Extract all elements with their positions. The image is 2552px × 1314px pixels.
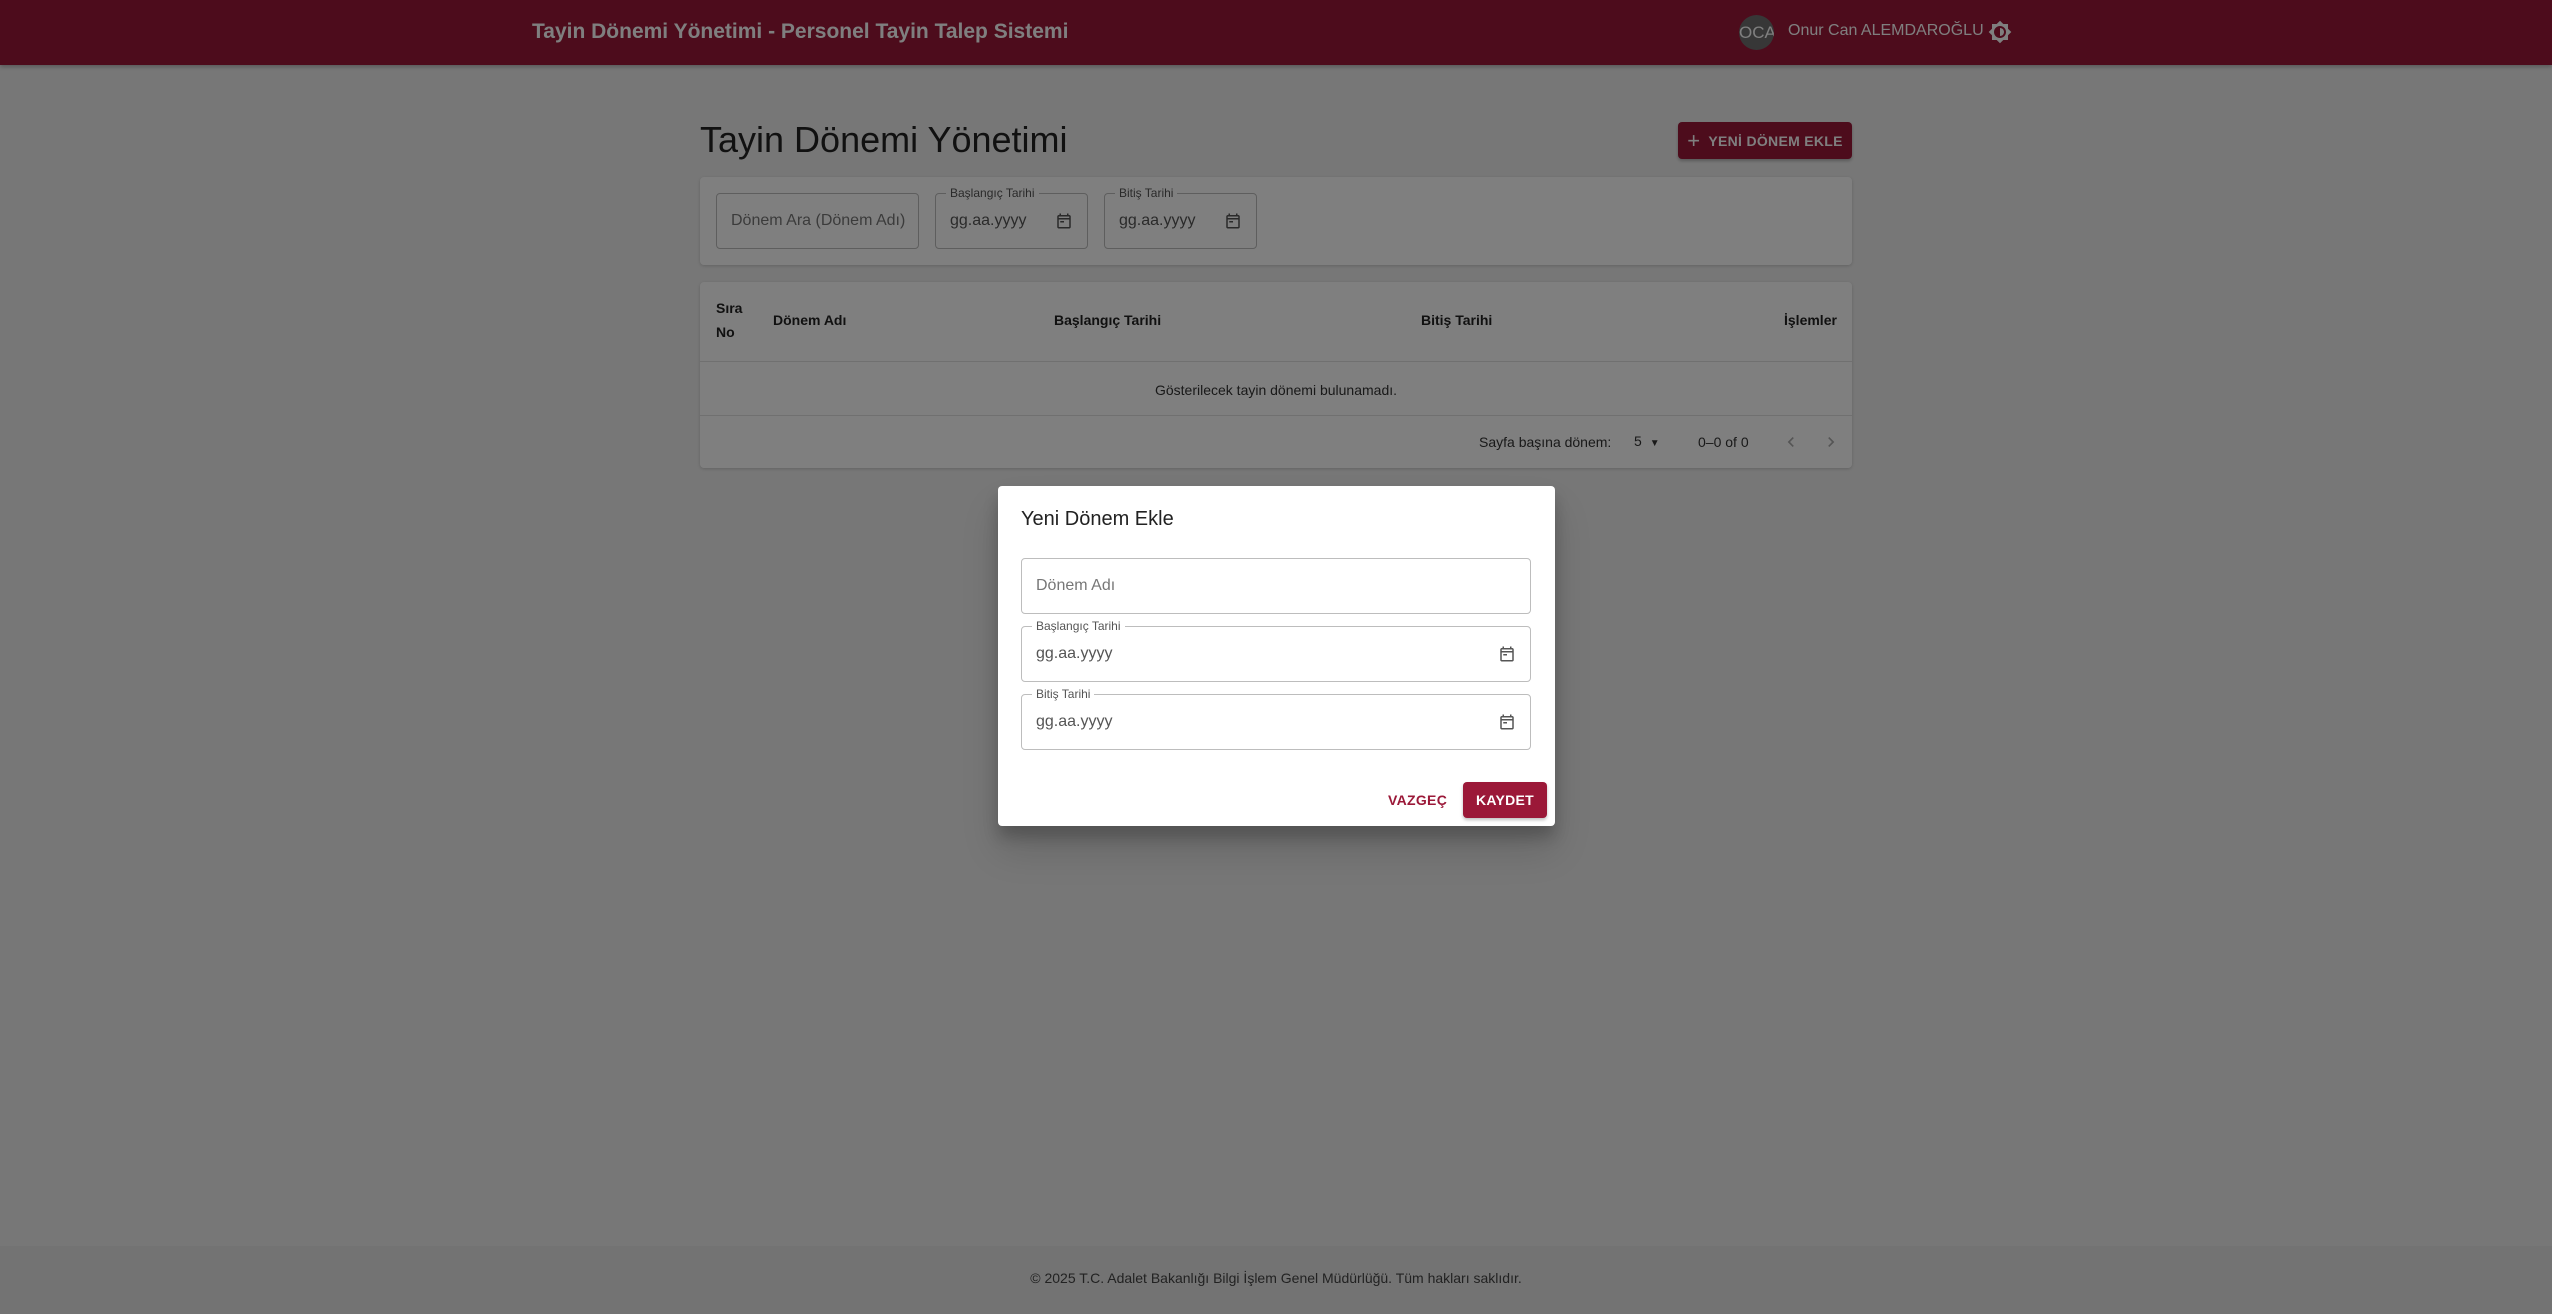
start-date-value: gg.aa.yyyy bbox=[1036, 645, 1113, 662]
new-period-dialog: Yeni Dönem Ekle Dönem Adı Başlangıç Tari… bbox=[998, 486, 1555, 826]
start-date-field[interactable]: Başlangıç Tarihi gg.aa.yyyy bbox=[1021, 619, 1531, 682]
start-date-label: Başlangıç Tarihi bbox=[1032, 619, 1125, 633]
calendar-icon[interactable] bbox=[1498, 713, 1516, 731]
cancel-button[interactable]: VAZGEÇ bbox=[1382, 782, 1448, 818]
dialog-title: Yeni Dönem Ekle bbox=[1021, 508, 1174, 530]
end-date-value: gg.aa.yyyy bbox=[1036, 713, 1113, 730]
end-date-field[interactable]: Bitiş Tarihi gg.aa.yyyy bbox=[1021, 687, 1531, 750]
period-name-placeholder: Dönem Adı bbox=[1036, 577, 1116, 594]
end-date-label: Bitiş Tarihi bbox=[1032, 687, 1095, 701]
save-button[interactable]: KAYDET bbox=[1463, 782, 1547, 818]
calendar-icon[interactable] bbox=[1498, 645, 1516, 663]
period-name-input[interactable]: Dönem Adı bbox=[1021, 558, 1531, 614]
